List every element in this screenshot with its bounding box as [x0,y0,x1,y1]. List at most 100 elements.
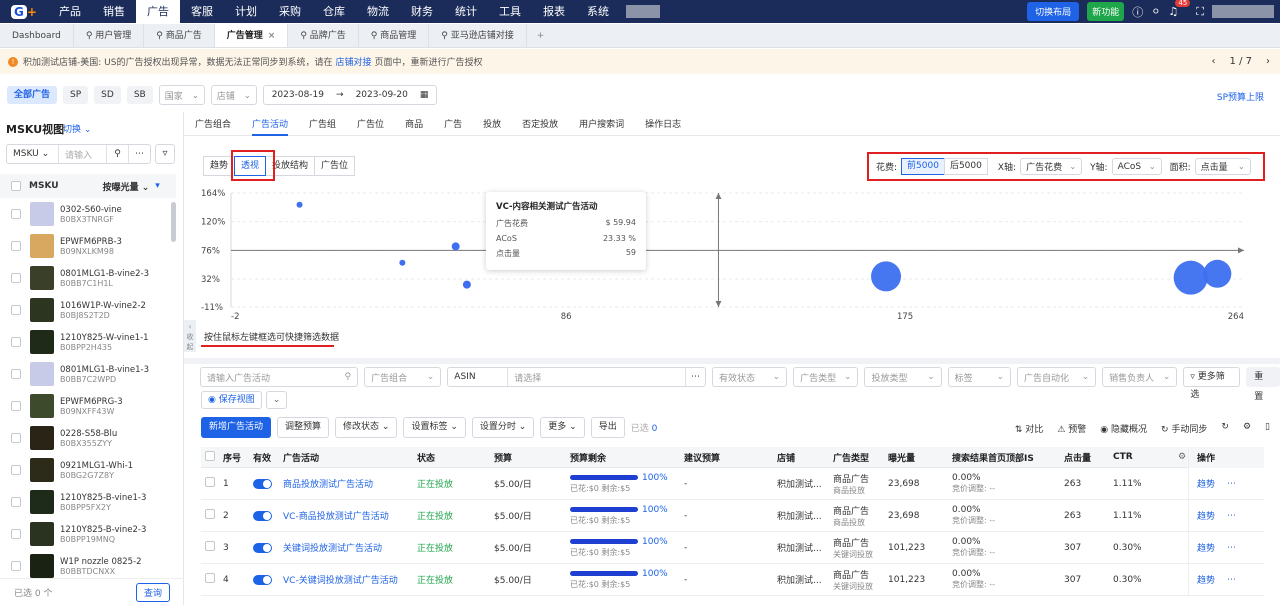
nav-item-0[interactable]: 产品 [48,0,92,23]
subtab-3[interactable]: 广告位 [357,117,384,130]
nav-item-6[interactable]: 仓库 [312,0,356,23]
more-icon[interactable]: ⋯ [1227,543,1236,553]
book-icon[interactable]: ▯ [1265,422,1270,435]
refresh-icon[interactable]: ↻ [1221,422,1229,435]
save-view-button[interactable]: ◉ 保存视图 [201,391,262,409]
owner-select[interactable]: 销售负责人 ⌄ [1102,367,1178,387]
nav-item-2[interactable]: 广告 [136,0,180,23]
y-axis-select[interactable]: ACoS ⌄ [1111,158,1162,175]
msku-list-item[interactable]: 1210Y825-B-vine1-3 B0BPP5FX2Y [0,486,176,518]
msku-list-item[interactable]: W1P nozzle 0825-2 B0BBTDCNXX [0,550,176,578]
trend-link[interactable]: 趋势 [1197,509,1215,522]
msku-list-item[interactable]: 0302-S60-vine B0BX3TNRGF [0,198,176,230]
active-toggle[interactable] [253,542,272,553]
alert-button[interactable]: ⚠ 预警 [1057,422,1086,435]
table-row[interactable]: 2 VC-商品投放测试广告活动 正在投放 $5.00/日 100% 已花:$0 剩余:$5… [201,500,1264,532]
campaign-link[interactable]: 关键词投放测试广告活动 [283,544,382,554]
search-input[interactable]: 请输入 [59,148,106,161]
nav-item-10[interactable]: 工具 [488,0,532,23]
column-settings-icon[interactable]: ⚙ [1176,452,1188,462]
set-timing-button[interactable]: 设置分时 ⌄ [471,417,535,438]
msku-list-item[interactable]: 0801MLG1-B-vine2-3 B0BB7C1H1L [0,262,176,294]
trend-link[interactable]: 趋势 [1197,541,1215,554]
tab-3[interactable]: 广告管理 × [214,24,289,47]
tab-5[interactable]: ⚲ 商品管理 [359,24,430,47]
next-arrow-icon[interactable]: › [1266,56,1270,67]
msku-list-item[interactable]: EPWFM6PRG-3 B09NXFF43W [0,390,176,422]
row-checkbox[interactable] [205,541,215,551]
export-button[interactable]: 导出 [590,417,625,438]
subtab-9[interactable]: 操作日志 [645,117,681,130]
bell-icon[interactable]: ♫ 45 [1168,0,1191,18]
manual-sync-button[interactable]: ↻ 手动同步 [1161,422,1207,435]
hide-summary-button[interactable]: ◉ 隐藏概况 [1100,422,1147,435]
msku-list-item[interactable]: 1210Y825-B-vine2-3 B0BPP19MNQ [0,518,176,550]
trend-link[interactable]: 趋势 [1197,573,1215,586]
switch-view-link[interactable]: 切换 ⌄ [63,122,91,135]
nav-item-8[interactable]: 财务 [400,0,444,23]
table-row[interactable]: 1 商品投放测试广告活动 正在投放 $5.00/日 100% 已花:$0 剩余:$5- 积加… [201,468,1264,500]
msku-list-item[interactable]: 1210Y825-W-vine1-1 B0BPP2H435 [0,326,176,358]
new-feature-button[interactable]: 新功能 [1087,2,1125,21]
nav-item-9[interactable]: 统计 [444,0,488,23]
view-button-1[interactable]: 透视 [234,156,267,176]
nav-item-5[interactable]: 采购 [268,0,312,23]
row-checkbox[interactable] [11,273,21,283]
reset-button[interactable]: 重置 [1246,367,1280,402]
row-checkbox[interactable] [11,433,21,443]
campaign-link[interactable]: VC-商品投放测试广告活动 [283,512,389,522]
row-checkbox[interactable] [11,465,21,475]
automation-select[interactable]: 广告自动化 ⌄ [1017,367,1097,387]
subtab-4[interactable]: 商品 [405,117,423,130]
nav-item-1[interactable]: 销售 [92,0,136,23]
ad-type-select[interactable]: 广告类型 ⌄ [793,367,859,387]
tab-6[interactable]: ⚲ 亚马逊店铺对接 [429,24,527,47]
msku-list-item[interactable]: 0228-S58-Blu B0BX355ZYY [0,422,176,454]
row-checkbox[interactable] [205,509,215,519]
nav-item-4[interactable]: 计划 [224,0,268,23]
x-axis-select[interactable]: 广告花费 ⌄ [1020,158,1083,175]
search-icon[interactable]: ⚲ [106,145,128,163]
modify-status-button[interactable]: 修改状态 ⌄ [335,417,398,438]
subtab-0[interactable]: 广告组合 [195,117,231,130]
row-checkbox[interactable] [11,497,21,507]
subtab-5[interactable]: 广告 [444,117,462,130]
sort-desc-icon[interactable]: ▾ [155,181,160,191]
row-checkbox[interactable] [205,573,215,583]
compare-button[interactable]: ⇅ 对比 [1015,422,1043,435]
help-icon[interactable]: ⓘ [1132,4,1143,20]
portfolio-select[interactable]: 广告组合 ⌄ [364,367,442,387]
close-icon[interactable]: × [268,31,276,41]
chip-sp[interactable]: SP [63,86,89,104]
search-type-select[interactable]: MSKU ⌄ [7,145,59,163]
target-type-select[interactable]: 投放类型 ⌄ [864,367,942,387]
trend-link[interactable]: 趋势 [1197,477,1215,490]
scatter-chart[interactable]: 164% 120% 76% 32% -11% -2 86 175 264 [201,187,1256,322]
query-button[interactable]: 查询 [135,582,170,602]
scrollbar[interactable] [171,202,176,242]
more-icon[interactable]: ⋯ [1227,511,1236,521]
row-checkbox[interactable] [205,477,215,487]
area-select[interactable]: 点击量 ⌄ [1194,158,1251,175]
row-checkbox[interactable] [11,305,21,315]
settings-icon[interactable]: ⚙ [1243,422,1251,435]
chip-sd[interactable]: SD [94,86,121,104]
row-checkbox[interactable] [11,369,21,379]
table-row[interactable]: 4 VC-关键词投放测试广告活动 正在投放 $5.00/日 100% 已花:$0 剩余:$… [201,564,1264,596]
asin-filter[interactable]: ASIN 请选择 ⋯ [447,367,706,387]
row-checkbox[interactable] [11,337,21,347]
subtab-1[interactable]: 广告活动 [252,117,289,136]
campaign-search-input[interactable]: 请输入广告活动 ⚲ [200,367,359,387]
prev-arrow-icon[interactable]: ‹ [1212,56,1216,67]
subtab-8[interactable]: 用户搜索词 [579,117,624,130]
status-select[interactable]: 有效状态 ⌄ [711,367,788,387]
tag-select[interactable]: 标签 ⌄ [947,367,1012,387]
chip-all-ads[interactable]: 全部广告 [7,86,58,104]
sp-budget-cap-link[interactable]: SP预算上限 [1217,90,1264,103]
tab-4[interactable]: ⚲ 品牌广告 [288,24,359,47]
new-campaign-button[interactable]: 新增广告活动 [201,417,272,438]
tab-0[interactable]: Dashboard [0,24,74,47]
shield-icon[interactable]: ⚪ [1151,5,1160,18]
row-checkbox[interactable] [11,561,21,571]
more-filters-button[interactable]: ▿ 更多筛选 [1183,367,1241,400]
